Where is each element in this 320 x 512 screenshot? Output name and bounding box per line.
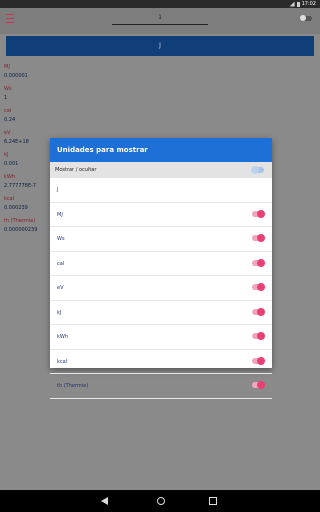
home-icon[interactable]: [157, 497, 165, 505]
signal-icon: [289, 1, 295, 7]
unit-row-ev[interactable]: eV: [50, 276, 272, 301]
unit-toggle[interactable]: [252, 258, 265, 267]
unit-label: cal: [57, 260, 65, 267]
unit-row-thermie[interactable]: th (Thermie): [50, 374, 272, 399]
status-icons: 17:02: [289, 1, 316, 7]
result-value: 1: [4, 95, 8, 101]
unit-label: th (Thermie): [57, 383, 89, 389]
recent-apps-icon[interactable]: [209, 497, 217, 505]
unit-row-ws[interactable]: Ws: [50, 227, 272, 252]
battery-icon: [296, 1, 300, 7]
result-unit: Ws: [4, 86, 12, 92]
result-value: 0.000001: [4, 73, 28, 79]
result-row: cal 0.24: [4, 108, 316, 130]
show-hide-label: Mostrar / ocultar: [55, 167, 97, 173]
unit-row-cal[interactable]: cal: [50, 252, 272, 276]
result-unit: cal: [4, 108, 12, 114]
unit-row-kwh[interactable]: kWh: [50, 325, 272, 350]
result-unit: MJ: [4, 64, 10, 70]
result-row: MJ 0.000001: [4, 64, 316, 86]
result-value: 0.24: [4, 117, 16, 123]
navigation-bar: [0, 490, 320, 512]
show-hide-toggle[interactable]: [251, 166, 264, 174]
unit-toggle[interactable]: [252, 381, 265, 389]
unit-toggle[interactable]: [252, 307, 265, 316]
menu-icon[interactable]: [6, 14, 14, 23]
unit-row-kcal[interactable]: kcal: [50, 350, 272, 374]
unit-toggle[interactable]: [252, 332, 265, 340]
unit-toggle[interactable]: [252, 209, 265, 218]
back-icon[interactable]: [101, 497, 108, 505]
unit-row-kj[interactable]: kJ: [50, 301, 272, 325]
quantity-input[interactable]: 1: [112, 14, 208, 25]
unit-label: MJ: [57, 211, 63, 218]
unit-toggle[interactable]: [252, 356, 265, 365]
show-hide-row: Mostrar / ocultar: [50, 162, 272, 178]
result-unit: eV: [4, 130, 11, 136]
unit-label: kWh: [57, 334, 69, 340]
status-time: 17:02: [301, 1, 316, 7]
unit-label: eV: [57, 285, 64, 291]
result-row: Ws 1: [4, 86, 316, 108]
unit-toggle[interactable]: [252, 283, 265, 291]
unit-row-mj[interactable]: MJ: [50, 203, 272, 227]
units-dialog: Unidades para mostrar Mostrar / ocultar …: [50, 138, 272, 399]
unit-label: kJ: [57, 309, 62, 316]
status-bar: 17:02: [0, 0, 320, 8]
app-bar: 1: [0, 8, 320, 34]
unit-selector[interactable]: J: [6, 36, 314, 56]
unit-toggle[interactable]: [252, 234, 265, 242]
options-toggle[interactable]: [300, 15, 312, 21]
unit-label: kcal: [57, 358, 68, 365]
unit-label: J: [57, 187, 59, 193]
unit-row-j[interactable]: J: [50, 178, 272, 203]
dialog-title: Unidades para mostrar: [50, 138, 272, 162]
unit-label: Ws: [57, 236, 65, 242]
